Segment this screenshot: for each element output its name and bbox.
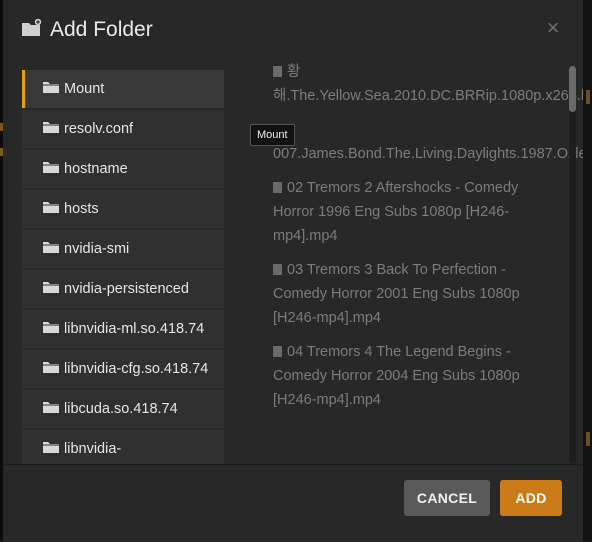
file-item: 007.James.Bond.The.Living.Daylights.1987… xyxy=(273,118,583,166)
file-icon xyxy=(273,264,282,275)
dialog-header: Add Folder × xyxy=(3,0,583,60)
folder-label: libnvidia-ml.so.418.74 xyxy=(64,321,205,337)
dialog-footer: CANCEL ADD xyxy=(3,464,583,542)
folder-item[interactable]: libnvidia-cfg.so.418.74 xyxy=(22,350,224,388)
add-folder-dialog: Add Folder × Mount Mount resolv.conf hostn… xyxy=(3,0,583,542)
folder-item[interactable]: hosts xyxy=(22,190,224,228)
file-item: 03 Tremors 3 Back To Perfection - Comedy… xyxy=(273,258,550,330)
file-item: 황해.The.Yellow.Sea.2010.DC.BRRip.1080p.x2… xyxy=(273,60,583,108)
folder-icon xyxy=(43,82,59,93)
folder-icon xyxy=(43,322,59,333)
folder-label: hosts xyxy=(64,201,99,217)
folder-item[interactable]: libnvidia-ml.so.418.74 xyxy=(22,310,224,348)
folder-icon xyxy=(43,202,59,213)
scrollbar-thumb[interactable] xyxy=(569,66,576,112)
folder-item[interactable]: Mount xyxy=(22,70,224,108)
file-label: 황해.The.Yellow.Sea.2010.DC.BRRip.1080p.x2… xyxy=(273,64,583,104)
folder-label: hostname xyxy=(64,161,128,177)
folder-icon xyxy=(43,282,59,293)
folder-item[interactable]: nvidia-persistenced xyxy=(22,270,224,308)
add-button[interactable]: ADD xyxy=(500,480,562,516)
folder-icon xyxy=(43,362,59,373)
cancel-button[interactable]: CANCEL xyxy=(404,480,490,516)
folder-item[interactable]: nvidia-smi xyxy=(22,230,224,268)
backdrop-mark xyxy=(586,432,590,446)
file-label: 04 Tremors 4 The Legend Begins - Comedy … xyxy=(273,344,520,408)
backdrop-right xyxy=(583,0,592,541)
folder-label: libnvidia-ptxjitcompiler.so.418.74 xyxy=(64,441,122,457)
folder-label: nvidia-smi xyxy=(64,241,130,257)
backdrop-mark xyxy=(586,90,590,104)
file-item: 02 Tremors 2 Aftershocks - Comedy Horror… xyxy=(273,176,550,248)
folder-icon xyxy=(43,122,59,133)
file-label: 03 Tremors 3 Back To Perfection - Comedy… xyxy=(273,262,520,326)
file-item: 04 Tremors 4 The Legend Begins - Comedy … xyxy=(273,340,550,412)
folder-item[interactable]: libcuda.so.418.74 xyxy=(22,390,224,428)
folder-label: libnvidia-cfg.so.418.74 xyxy=(64,361,209,377)
scrollbar[interactable] xyxy=(569,66,576,464)
folder-icon xyxy=(43,442,59,453)
folder-label: nvidia-persistenced xyxy=(64,281,189,297)
folder-item[interactable]: libnvidia-ptxjitcompiler.so.418.74 xyxy=(22,430,224,464)
folder-label: resolv.conf xyxy=(64,121,134,137)
folder-item[interactable]: hostname xyxy=(22,150,224,188)
folder-icon xyxy=(43,402,59,413)
file-list: 황해.The.Yellow.Sea.2010.DC.BRRip.1080p.x2… xyxy=(273,60,583,422)
file-icon xyxy=(273,346,282,357)
folder-label: libcuda.so.418.74 xyxy=(64,401,178,417)
tooltip: Mount xyxy=(250,124,295,146)
folder-icon xyxy=(43,242,59,253)
dialog-body: Mount resolv.conf hostname hosts nvidia-smi n… xyxy=(3,60,583,464)
dialog-title: Add Folder xyxy=(50,18,153,41)
folder-label: Mount xyxy=(64,81,105,97)
folder-add-icon xyxy=(22,18,42,36)
file-label: 007.James.Bond.The.Living.Daylights.1987… xyxy=(273,146,583,162)
close-icon[interactable]: × xyxy=(543,16,563,40)
folder-item[interactable]: resolv.conf xyxy=(22,110,224,148)
folder-list: Mount resolv.conf hostname hosts nvidia-smi n… xyxy=(22,70,224,464)
file-icon xyxy=(273,66,282,77)
file-label: 02 Tremors 2 Aftershocks - Comedy Horror… xyxy=(273,180,519,244)
folder-icon xyxy=(43,162,59,173)
file-icon xyxy=(273,182,282,193)
